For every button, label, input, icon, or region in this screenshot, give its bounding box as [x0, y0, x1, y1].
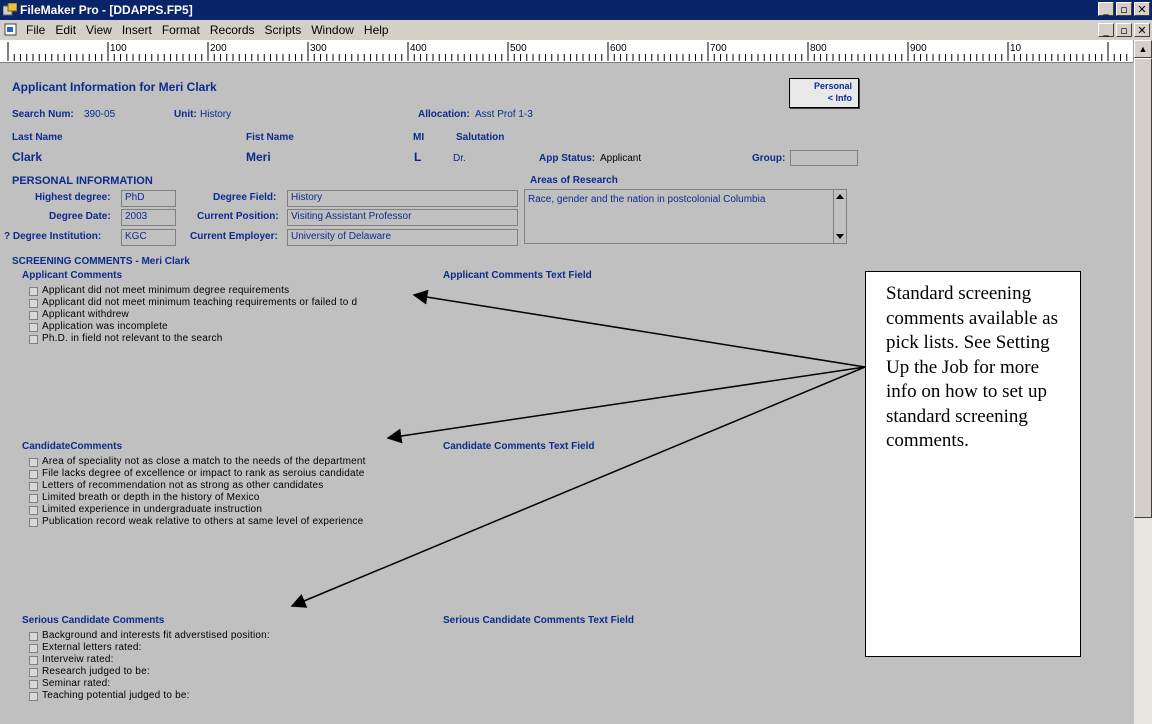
- annotation-arrows: [290, 289, 866, 608]
- arrow-to-candidate-list: [386, 366, 866, 444]
- arrow-to-serious-list: [290, 366, 866, 608]
- arrow-to-applicant-list: [412, 289, 866, 368]
